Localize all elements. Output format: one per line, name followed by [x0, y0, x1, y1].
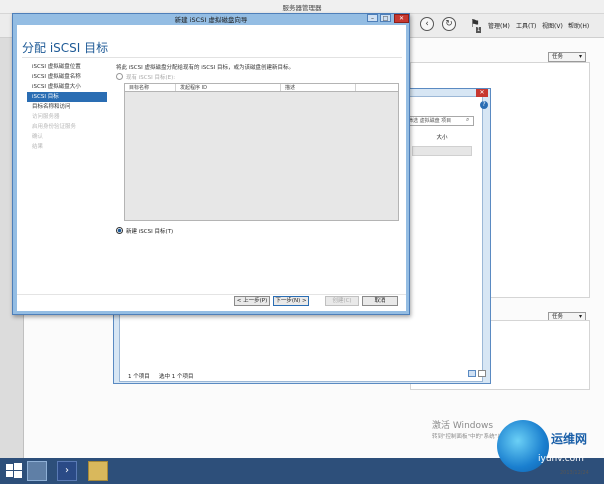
radio-new-label[interactable]: 新建 iSCSI 目标(T): [126, 229, 173, 235]
menu-manage[interactable]: 管理(M): [488, 21, 510, 30]
nav-item-results: 结果: [32, 144, 44, 150]
minimize-icon[interactable]: –: [367, 14, 378, 22]
search-icon[interactable]: ⌕: [466, 116, 469, 124]
help-icon[interactable]: ?: [480, 101, 488, 109]
watermark-url: iyunv.com: [538, 454, 584, 464]
nav-item-disk-name[interactable]: iSCSI 虚拟磁盘名称: [27, 72, 107, 82]
nav-item-confirm: 确认: [32, 134, 44, 140]
back-icon[interactable]: ‹: [420, 17, 434, 31]
radio-button: [116, 73, 123, 80]
target-table-header: 目标名称 发起程序 ID 描述: [124, 83, 399, 92]
status-item-count: 1 个项目: [128, 374, 150, 380]
nav-item-disk-size[interactable]: iSCSI 虚拟磁盘大小: [27, 82, 107, 92]
wizard-close-icon[interactable]: ✕: [394, 14, 409, 23]
divider: [22, 57, 402, 58]
tiles-view-icon[interactable]: [478, 370, 486, 377]
nav-item-iscsi-target[interactable]: iSCSI 目标: [27, 92, 107, 102]
watermark-brand: 运维网: [551, 432, 588, 446]
create-button: 创建(C): [325, 296, 359, 306]
explorer-icon[interactable]: [88, 461, 108, 481]
column-header-size[interactable]: 大小: [412, 133, 472, 141]
server-manager-title: 服务器管理器: [282, 4, 322, 12]
menu-view[interactable]: 视图(V): [542, 21, 563, 30]
refresh-icon[interactable]: ↻: [442, 17, 456, 31]
column-header-description[interactable]: 描述: [281, 84, 356, 91]
powershell-icon[interactable]: ›: [57, 461, 77, 481]
radio-button-selected[interactable]: [116, 227, 123, 234]
wizard-nav: iSCSI 虚拟磁盘位置 iSCSI 虚拟磁盘名称 iSCSI 虚拟磁盘大小 i…: [27, 62, 107, 294]
column-header-target-name[interactable]: 目标名称: [125, 84, 176, 91]
tasks-button-top[interactable]: 任务: [548, 52, 586, 62]
status-selected: 选中 1 个项目: [159, 374, 194, 380]
details-view-icon[interactable]: [468, 370, 476, 377]
maximize-icon[interactable]: □: [380, 14, 391, 22]
windows-start-icon[interactable]: [4, 461, 24, 481]
cancel-button[interactable]: 取消: [362, 296, 398, 306]
table-row[interactable]: [412, 146, 472, 156]
flag-count-badge: 1: [476, 27, 482, 33]
column-header-empty: [356, 84, 398, 91]
activate-windows-title: 激活 Windows: [432, 421, 494, 431]
server-manager-taskbar-icon[interactable]: [27, 461, 47, 481]
page-title: 分配 iSCSI 目标: [22, 41, 109, 55]
prev-button[interactable]: < 上一步(P): [234, 296, 270, 306]
filter-search-input[interactable]: 筛选 虚拟磁盘 项目: [404, 116, 474, 126]
radio-existing-label: 现有 iSCSI 目标(E):: [126, 75, 176, 81]
taskbar-clock: 2013/12/24: [560, 470, 589, 476]
next-button[interactable]: 下一步(N) >: [273, 296, 309, 306]
wizard-title: 新建 iSCSI 虚拟磁盘向导: [174, 16, 248, 24]
radio-new-target[interactable]: 新建 iSCSI 目标(T): [116, 227, 173, 235]
wizard-description: 将此 iSCSI 虚拟磁盘分配给现有的 iSCSI 目标，或为该磁盘创建新目标。: [116, 65, 294, 71]
radio-existing-target: 现有 iSCSI 目标(E):: [116, 73, 175, 81]
nav-item-disk-location[interactable]: iSCSI 虚拟磁盘位置: [27, 62, 107, 72]
menu-tools[interactable]: 工具(T): [516, 21, 536, 30]
watermark-logo: [497, 420, 549, 472]
menu-help[interactable]: 帮助(H): [568, 21, 589, 30]
close-icon[interactable]: ✕: [476, 89, 488, 97]
nav-item-target-name[interactable]: 目标名称和访问: [27, 102, 107, 112]
nav-item-access-servers: 访问服务器: [32, 114, 60, 120]
nav-item-auth-service: 启用身份验证服务: [32, 124, 77, 130]
button-bar-divider: [17, 294, 406, 295]
column-header-initiator-id[interactable]: 发起程序 ID: [176, 84, 281, 91]
target-table: [124, 83, 399, 221]
